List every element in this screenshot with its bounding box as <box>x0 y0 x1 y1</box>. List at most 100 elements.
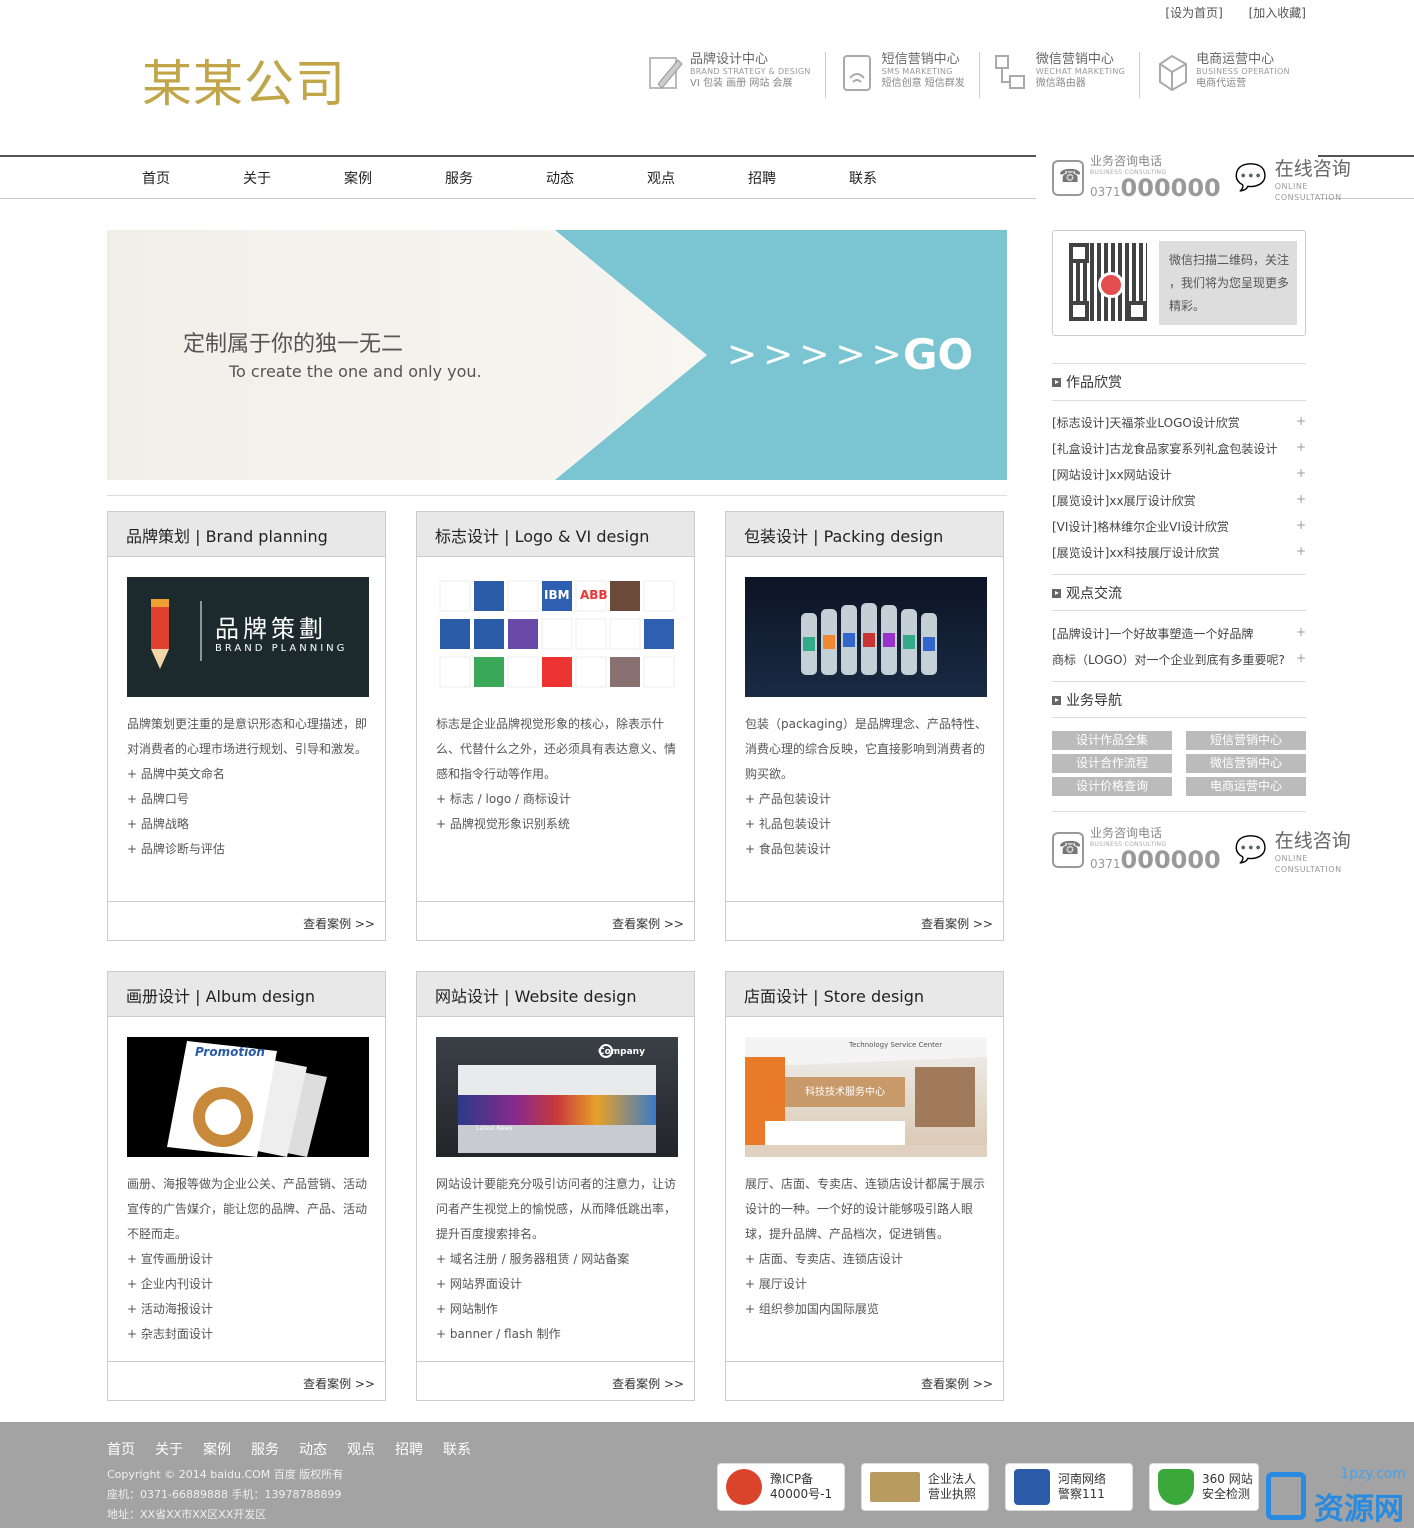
footer-nav-link[interactable]: 关于 <box>155 1439 183 1459</box>
center-en: BRAND STRATEGY & DESIGN <box>690 67 811 76</box>
center-wechat[interactable]: 微信营销中心 WECHAT MARKETING 微信路由器 <box>994 52 1141 98</box>
card-image[interactable]: 科技技术服务中心 Technology Service Center <box>745 1037 987 1157</box>
emblem-icon <box>726 1469 762 1505</box>
phone-icon <box>1052 832 1084 868</box>
contact-number[interactable]: 0371000000 <box>1090 176 1221 204</box>
list-item[interactable]: [展览设计]xx展厅设计欣赏 + <box>1052 492 1306 509</box>
nav-news[interactable]: 动态 <box>546 168 647 188</box>
phone-sms-icon <box>842 55 871 91</box>
center-en: BUSINESS OPERATION <box>1196 67 1290 76</box>
site-logo[interactable]: 某某公司 <box>142 44 346 116</box>
card-title: 品牌策划 | Brand planning <box>108 512 385 557</box>
banner-go[interactable]: GO <box>903 330 973 379</box>
card-image[interactable]: 品牌策劃 BRAND PLANNING <box>127 577 369 697</box>
police-badge[interactable]: 河南网络 警察111 <box>1005 1463 1133 1511</box>
arrow-square-icon <box>1052 588 1061 598</box>
biz-button[interactable]: 短信营销中心 <box>1186 731 1306 750</box>
card-desc: 网站设计要能充分吸引访问者的注意力，让访问者产生视觉上的愉悦感，从而降低跳出率，… <box>436 1177 677 1341</box>
list-item[interactable]: 商标（LOGO）对一个企业到底有多重要呢? + <box>1052 651 1306 668</box>
online-consult[interactable]: 在线咨询 ONLINE CONSULTATION <box>1275 826 1351 875</box>
card-title: 画册设计 | Album design <box>108 972 385 1017</box>
contact-bar-top: 业务咨询电话 BUSINESS CONSULTING 0371000000 💬 … <box>1052 152 1351 204</box>
icp-badge[interactable]: 豫ICP备 40000号-1 <box>717 1463 845 1511</box>
nav-cases[interactable]: 案例 <box>344 168 445 188</box>
card-image[interactable] <box>745 577 987 697</box>
nav-jobs[interactable]: 招聘 <box>748 168 849 188</box>
footer-nav-link[interactable]: 招聘 <box>395 1439 423 1459</box>
contact-number[interactable]: 0371000000 <box>1090 848 1221 876</box>
list-item[interactable]: [网站设计]xx网站设计 + <box>1052 466 1306 483</box>
biz-button[interactable]: 设计作品全集 <box>1052 731 1172 750</box>
qr-code <box>1069 243 1147 321</box>
list-item[interactable]: [品牌设计]一个好故事塑造一个好品牌 + <box>1052 625 1306 642</box>
license-badge[interactable]: 企业法人 营业执照 <box>861 1463 989 1511</box>
nav-about[interactable]: 关于 <box>243 168 344 188</box>
contact-label: 业务咨询电话 <box>1090 154 1163 168</box>
card-image[interactable]: Company Latest News <box>436 1037 678 1157</box>
biz-button[interactable]: 设计合作流程 <box>1052 754 1172 773</box>
divider <box>1052 610 1306 611</box>
center-brand[interactable]: 品牌设计中心 BRAND STRATEGY & DESIGN VI 包装 画册 … <box>648 52 826 98</box>
nav-contact[interactable]: 联系 <box>849 168 950 188</box>
hero-banner[interactable]: 定制属于你的独一无二 To create the one and only yo… <box>107 230 1007 480</box>
nav-services[interactable]: 服务 <box>445 168 546 188</box>
service-centers: 品牌设计中心 BRAND STRATEGY & DESIGN VI 包装 画册 … <box>648 52 1318 98</box>
footer-nav-link[interactable]: 联系 <box>443 1439 471 1459</box>
footer-nav-link[interactable]: 案例 <box>203 1439 231 1459</box>
online-consult[interactable]: 在线咨询 ONLINE CONSULTATION <box>1275 154 1351 203</box>
footer-nav-link[interactable]: 动态 <box>299 1439 327 1459</box>
view-cases-link[interactable]: 查看案例 >> <box>108 901 385 940</box>
view-cases-link[interactable]: 查看案例 >> <box>417 901 694 940</box>
view-cases-link[interactable]: 查看案例 >> <box>726 901 1003 940</box>
center-title: 短信营销中心 <box>881 52 960 67</box>
card-image[interactable]: Promotion <box>127 1037 369 1157</box>
card-image-sub: BRAND PLANNING <box>215 643 348 654</box>
online-consult-en: ONLINE <box>1274 853 1308 863</box>
nav-top-border <box>0 155 1036 157</box>
center-ecommerce[interactable]: 电商运营中心 BUSINESS OPERATION 电商代运营 <box>1154 52 1304 98</box>
list-item[interactable]: [标志设计]天福茶业LOGO设计欣赏 + <box>1052 414 1306 431</box>
banner-title-en: To create the one and only you. <box>229 362 482 381</box>
footer-nav-link[interactable]: 观点 <box>347 1439 375 1459</box>
main-nav: 首页 关于 案例 服务 动态 观点 招聘 联系 <box>142 168 950 188</box>
nav-views[interactable]: 观点 <box>647 168 748 188</box>
add-favorite-link[interactable]: [加入收藏] <box>1249 6 1306 20</box>
card-image-text: Company <box>598 1047 645 1057</box>
footer-nav-link[interactable]: 首页 <box>107 1439 135 1459</box>
card-desc: 包装（packaging）是品牌理念、产品特性、消费心理的综合反映，它直接影响到… <box>745 717 987 856</box>
center-en: WECHAT MARKETING <box>1035 67 1126 76</box>
online-consult-en: ONLINE <box>1274 181 1308 191</box>
views-title: 观点交流 <box>1066 586 1122 602</box>
view-cases-link[interactable]: 查看案例 >> <box>108 1361 385 1400</box>
divider <box>1052 811 1306 812</box>
set-homepage-link[interactable]: [设为首页] <box>1165 6 1222 20</box>
card-title: 店面设计 | Store design <box>726 972 1003 1017</box>
list-item[interactable]: [礼盒设计]古龙食品家宴系列礼盒包装设计 + <box>1052 440 1306 457</box>
list-item[interactable]: [VI设计]格林维尔企业VI设计欣赏 + <box>1052 518 1306 535</box>
nav-home[interactable]: 首页 <box>142 168 243 188</box>
works-heading: 作品欣赏 <box>1052 372 1122 392</box>
license-icon <box>870 1472 920 1502</box>
biz-button[interactable]: 微信营销中心 <box>1186 754 1306 773</box>
biz-button[interactable]: 电商运营中心 <box>1186 777 1306 796</box>
contact-bar-bottom: 业务咨询电话 BUSINESS CONSULTING 0371000000 💬 … <box>1052 824 1351 876</box>
card-desc: 品牌策划更注重的是意识形态和心理描述，即对消费者的心理市场进行规划、引导和激发。… <box>127 717 368 856</box>
center-sms[interactable]: 短信营销中心 SMS MARKETING 短信创意 短信群发 <box>840 52 980 98</box>
online-consult-label: 在线咨询 <box>1274 829 1351 852</box>
card-desc: 标志是企业品牌视觉形象的核心，除表示什么、代替什么之外，还必须具有表达意义、情感… <box>436 717 677 831</box>
biz-button[interactable]: 设计价格查询 <box>1052 777 1172 796</box>
online-consult-en2: CONSULTATION <box>1274 192 1342 202</box>
view-cases-link[interactable]: 查看案例 >> <box>726 1361 1003 1400</box>
security-badge[interactable]: 360 网站 安全检测 <box>1149 1463 1259 1511</box>
center-title: 电商运营中心 <box>1196 52 1275 67</box>
divider <box>1052 574 1306 575</box>
card-title: 网站设计 | Website design <box>417 972 694 1017</box>
footer-nav-link[interactable]: 服务 <box>251 1439 279 1459</box>
divider <box>1052 363 1306 364</box>
list-item[interactable]: [展览设计]xx科技展厅设计欣赏 + <box>1052 544 1306 561</box>
arrow-square-icon <box>1052 377 1061 387</box>
card-image[interactable]: IBM ABB <box>436 577 678 697</box>
center-en: SMS MARKETING <box>881 67 953 76</box>
card-desc: 画册、海报等做为企业公关、产品营销、活动宣传的广告媒介，能让您的品牌、产品、活动… <box>127 1177 368 1341</box>
view-cases-link[interactable]: 查看案例 >> <box>417 1361 694 1400</box>
